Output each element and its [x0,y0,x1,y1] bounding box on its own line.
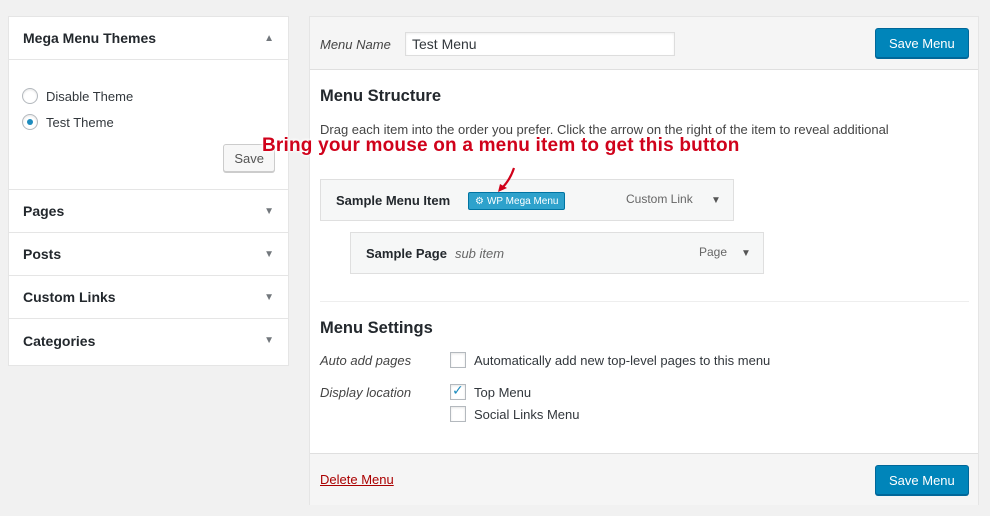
auto-add-pages-checkbox[interactable] [450,352,466,368]
save-menu-button-bottom[interactable]: Save Menu [875,465,969,495]
chevron-down-icon[interactable]: ▼ [711,195,721,206]
wp-mega-menu-label: WP Mega Menu [486,195,559,207]
tutorial-annotation-text: Bring your mouse on a menu item to get t… [262,135,740,156]
accordion-label: Categories [23,332,96,349]
auto-add-pages-label: Auto add pages [320,353,412,368]
chevron-down-icon[interactable]: ▼ [264,335,274,346]
menu-structure-title: Menu Structure [320,87,442,105]
display-location-label: Display location [320,385,412,400]
radio-disable-theme-input[interactable] [22,88,38,104]
menu-item-type: Page [699,245,728,259]
radio-test-theme-input[interactable] [22,114,38,130]
menu-item-type: Custom Link [626,192,693,206]
menu-edit-panel: Menu Name Test Menu Save Menu Menu Struc… [309,16,979,505]
accordion-label: Custom Links [23,289,116,305]
location-social-links-menu[interactable]: Social Links Menu [450,406,580,422]
accordion-pages[interactable]: Pages ▼ [9,190,288,233]
accordion-posts[interactable]: Posts ▼ [9,233,288,276]
menu-items-sidebar: Mega Menu Themes ▲ Disable Theme Test Th… [8,16,289,366]
menu-settings-title: Menu Settings [320,319,433,337]
checkbox-label: Social Links Menu [474,406,580,422]
menu-item-sample-menu-item[interactable]: Sample Menu Item ⚙ WP Mega Menu Custom L… [320,179,734,221]
chevron-down-icon[interactable]: ▼ [264,206,274,217]
mega-menu-themes-title: Mega Menu Themes [23,30,157,46]
radio-label: Test Theme [46,114,114,130]
accordion-label: Pages [23,203,65,219]
radio-test-theme[interactable]: Test Theme [22,114,114,130]
mega-menu-themes-body: Disable Theme Test Theme Save [9,60,288,190]
gear-icon: ⚙ [475,195,484,207]
location-top-menu[interactable]: Top Menu [450,382,532,400]
radio-disable-theme[interactable]: Disable Theme [22,88,133,104]
section-divider [320,301,969,302]
menu-item-subtitle: sub item [454,245,505,261]
menu-header-bar: Menu Name Test Menu Save Menu [310,17,978,70]
auto-add-pages-option[interactable]: Automatically add new top-level pages to… [450,352,770,368]
chevron-down-icon[interactable]: ▼ [741,248,751,259]
save-menu-button-top[interactable]: Save Menu [875,28,969,58]
accordion-custom-links[interactable]: Custom Links ▼ [9,276,288,319]
chevron-down-icon[interactable]: ▼ [264,249,274,260]
radio-label: Disable Theme [46,88,134,104]
menu-item-title: Sample Page [366,245,447,261]
chevron-up-icon[interactable]: ▲ [264,33,274,44]
delete-menu-link[interactable]: Delete Menu [320,472,394,487]
mega-menu-themes-header[interactable]: Mega Menu Themes ▲ [9,17,288,60]
accordion-label: Posts [23,246,62,262]
social-links-menu-checkbox[interactable] [450,406,466,422]
menu-item-title: Sample Menu Item [336,192,451,208]
top-menu-checkbox[interactable] [450,382,466,400]
chevron-down-icon[interactable]: ▼ [264,292,274,303]
accordion-categories[interactable]: Categories ▼ [9,319,288,362]
menu-item-sample-page[interactable]: Sample Page sub item Page ▼ [350,232,764,274]
menu-name-input[interactable]: Test Menu [405,32,675,56]
menu-name-label: Menu Name [320,37,391,52]
wp-mega-menu-button[interactable]: ⚙ WP Mega Menu [468,192,566,210]
checkbox-label: Top Menu [474,384,532,400]
annotation-arrow-icon [498,167,516,192]
checkbox-label: Automatically add new top-level pages to… [474,352,771,368]
menu-footer-bar: Delete Menu Save Menu [310,453,978,505]
